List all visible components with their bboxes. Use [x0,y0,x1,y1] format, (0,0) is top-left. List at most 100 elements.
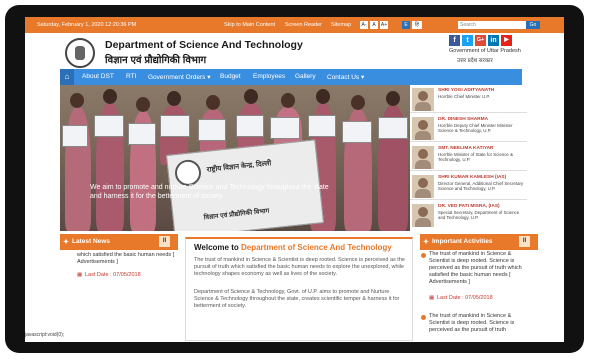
banner-figure [351,95,365,110]
banner-figure [316,89,330,104]
official-role: Hon'ble Deputy Chief Minister Minister S… [438,123,513,134]
youtube-icon[interactable]: ▶ [501,35,512,46]
nav-government-orders[interactable]: Government Orders ▾ [148,73,211,81]
important-activities-title: Important Activities [432,238,493,245]
banner-figure [70,93,84,108]
megaphone-icon: ✦ [423,239,429,246]
nav-rti[interactable]: RTI [126,73,136,80]
latest-news-title: Latest News [72,238,110,245]
certificate [62,125,88,147]
signboard-text: राष्ट्रीय विज्ञान केन्द्र, दिल्ली [206,160,272,174]
linkedin-icon[interactable]: in [488,35,499,46]
screen: Saturday, February 1, 2020 12:20:36 PM S… [25,17,564,342]
calendar-icon: ▦ [429,295,435,301]
site-title: Department of Science And Technology [105,39,303,51]
official-card[interactable]: SHRI YOGI ADITYANATH Hon'ble Chief Minis… [410,86,527,113]
welcome-title-highlight: Department of Science And Technology [240,243,392,252]
search-input[interactable]: Search [458,21,526,29]
facebook-icon[interactable]: f [449,35,460,46]
welcome-section: Welcome to Department of Science And Tec… [185,237,413,341]
lang-english-button[interactable]: E [402,21,410,29]
font-normal-button[interactable]: A [370,21,378,29]
pause-button[interactable]: II [519,236,530,247]
pause-button[interactable]: II [159,236,170,247]
font-increase-button[interactable]: A+ [380,21,388,29]
sitemap-link[interactable]: Sitemap [331,22,351,28]
welcome-paragraph-2: Department of Science & Technology, Govt… [194,289,400,309]
certificate [198,119,226,141]
official-photo [412,88,434,111]
banner-figure [206,95,220,110]
lang-hindi-button[interactable]: हिं [412,21,422,29]
official-role: Director General, Additional Chief Secre… [438,181,524,192]
nav-contact[interactable]: Contact Us ▾ [327,73,364,81]
certificate [128,123,156,145]
search-button[interactable]: Go [526,21,540,29]
official-card[interactable]: SHRI KUMAR KAMLESH (IAS) Director Genera… [410,173,527,200]
banner-figure [103,89,117,104]
bullet-icon [421,315,426,320]
gov-name-hindi: उत्तर प्रदेश सरकार [457,58,493,64]
activity-item-text-2[interactable]: The trust of mankind in Science & Scient… [429,313,527,334]
banner-figure [136,97,150,112]
banner-figure [244,89,258,104]
certificate [160,115,190,137]
latest-news-header: ✦ Latest News II [60,234,178,250]
officials-panel: SHRI YOGI ADITYANATH Hon'ble Chief Minis… [410,85,527,231]
official-card[interactable]: SMT. NEELIMA KATIYAR Hon'ble Minister of… [410,144,527,171]
official-role: Special Secretary, Department of Science… [438,210,520,221]
certificate [236,115,264,137]
official-photo [412,175,434,198]
welcome-title: Welcome to Department of Science And Tec… [194,243,392,252]
up-emblem-logo [65,38,95,68]
megaphone-icon: ✦ [63,239,69,246]
official-name: SMT. NEELIMA KATIYAR [438,146,494,151]
important-activities-header: ✦ Important Activities II [420,234,538,250]
device-frame: Saturday, February 1, 2020 12:20:36 PM S… [0,0,589,359]
official-name: SHRI KUMAR KAMLESH (IAS) [438,175,507,180]
official-role: Hon'ble Chief Minister U.P. [438,94,491,99]
nav-gallery[interactable]: Gallery [295,73,316,80]
banner-caption: We aim to promote and nurture Science an… [90,184,329,200]
nav-about[interactable]: About DST [82,73,114,80]
official-name: DR. DINESH SHARMA [438,117,489,122]
nav-employees[interactable]: Employees [253,73,285,80]
activity-item-date: Last Date : 07/05/2018 [437,295,493,301]
font-decrease-button[interactable]: A- [360,21,368,29]
certificate [94,115,124,137]
banner-figure [281,93,295,108]
certificate [308,115,336,137]
banner-figure [167,91,181,106]
official-card[interactable]: DR. DINESH SHARMA Hon'ble Deputy Chief M… [410,115,527,142]
banner-figure [386,91,400,106]
official-photo [412,117,434,140]
top-bar: Saturday, February 1, 2020 12:20:36 PM S… [25,17,564,33]
signboard-text-2: विज्ञान एवं प्रौद्योगिकी विभाग [203,207,270,222]
certificate [270,117,300,139]
date-time: Saturday, February 1, 2020 12:20:36 PM [37,22,137,28]
certificate [342,121,372,143]
google-plus-icon[interactable]: G+ [475,35,486,46]
nav-budget[interactable]: Budget [220,73,241,80]
official-name: DR. VED PATI MISRA, (IAS) [438,204,500,209]
activity-item-text[interactable]: The trust of mankind in Science & Scient… [429,251,527,286]
calendar-icon: ▦ [77,272,83,278]
status-bar-text: javascript:void(0); [25,332,65,338]
official-photo [412,204,434,227]
news-item-text[interactable]: which satisfied the basic human needs [ … [77,252,175,266]
welcome-paragraph-1: The trust of mankind in Science & Scient… [194,257,405,277]
screen-reader-link[interactable]: Screen Reader [285,22,322,28]
skip-link[interactable]: Skip to Main Content [224,22,275,28]
home-icon[interactable]: ⌂ [60,69,74,85]
main-nav: ⌂ About DST RTI Government Orders ▾ Budg… [60,69,522,85]
gov-name-english: Government of Uttar Pradesh [449,48,521,54]
site-title-hindi: विज्ञान एवं प्रौद्योगिकी विभाग [105,55,207,66]
official-role: Hon'ble Minister of State for Science & … [438,152,514,163]
official-card[interactable]: DR. VED PATI MISRA, (IAS) Special Secret… [410,202,527,229]
twitter-icon[interactable]: t [462,35,473,46]
official-name: SHRI YOGI ADITYANATH [438,88,495,93]
bullet-icon [421,253,426,258]
welcome-title-prefix: Welcome to [194,243,239,252]
hero-banner: राष्ट्रीय विज्ञान केन्द्र, दिल्ली विज्ञा… [60,85,410,231]
certificate [378,117,408,139]
